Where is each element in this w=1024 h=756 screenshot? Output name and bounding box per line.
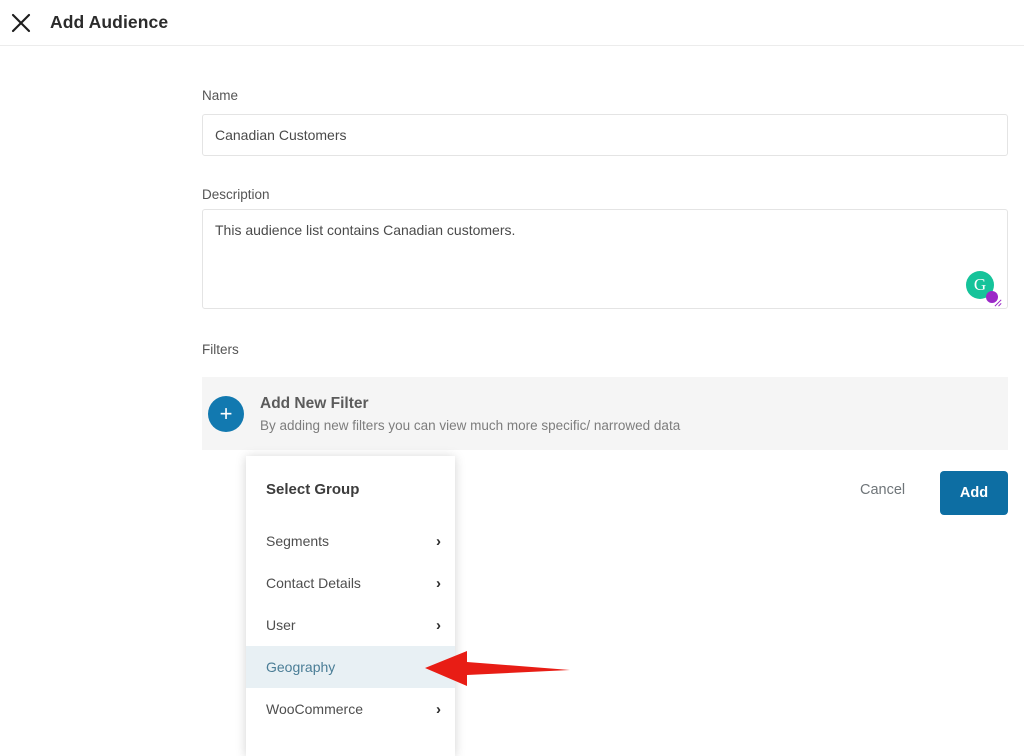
chevron-right-icon: › xyxy=(436,532,441,550)
plus-icon: + xyxy=(208,395,244,432)
dropdown-item-label: Contact Details xyxy=(266,575,361,591)
dropdown-item-label: Geography xyxy=(266,659,336,675)
add-button[interactable]: Add xyxy=(940,471,1008,515)
dropdown-item-woocommerce[interactable]: WooCommerce › xyxy=(246,688,455,730)
dropdown-item-geography[interactable]: Geography › xyxy=(246,646,455,688)
add-new-filter-texts: Add New Filter By adding new filters you… xyxy=(260,395,680,433)
grammarly-icon[interactable]: G xyxy=(966,271,1002,307)
dialog-header: Add Audience xyxy=(0,0,1024,46)
filters-label: Filters xyxy=(202,342,239,357)
name-label: Name xyxy=(202,88,239,103)
chevron-right-icon: › xyxy=(436,658,441,676)
select-group-title: Select Group xyxy=(266,481,360,498)
dropdown-item-contact-details[interactable]: Contact Details › xyxy=(246,562,455,604)
page-title: Add Audience xyxy=(50,12,169,32)
chevron-right-icon: › xyxy=(436,616,441,634)
cancel-button[interactable]: Cancel xyxy=(860,482,905,498)
chevron-right-icon: › xyxy=(436,574,441,592)
select-group-list: Segments › Contact Details › User › Geography ›… xyxy=(246,520,455,730)
dropdown-item-label: User xyxy=(266,617,296,633)
dropdown-item-label: WooCommerce xyxy=(266,701,363,717)
select-group-dropdown: Select Group Segments › Contact Details › Us… xyxy=(246,456,455,756)
close-icon[interactable] xyxy=(8,10,34,36)
add-new-filter-row[interactable]: + Add New Filter By adding new filters y… xyxy=(202,377,1008,450)
grammarly-sparkle-icon xyxy=(994,299,1002,307)
description-textarea[interactable] xyxy=(202,209,1008,309)
description-field-wrapper: G xyxy=(202,209,1008,309)
dropdown-item-segments[interactable]: Segments › xyxy=(246,520,455,562)
add-new-filter-title: Add New Filter xyxy=(260,394,369,412)
add-new-filter-subtitle: By adding new filters you can view much … xyxy=(260,417,681,433)
dropdown-item-label: Segments xyxy=(266,533,330,549)
chevron-right-icon: › xyxy=(436,700,441,718)
grammarly-letter: G xyxy=(973,275,987,294)
description-label: Description xyxy=(202,187,270,202)
dropdown-item-user[interactable]: User › xyxy=(246,604,455,646)
name-input[interactable] xyxy=(202,114,1008,156)
